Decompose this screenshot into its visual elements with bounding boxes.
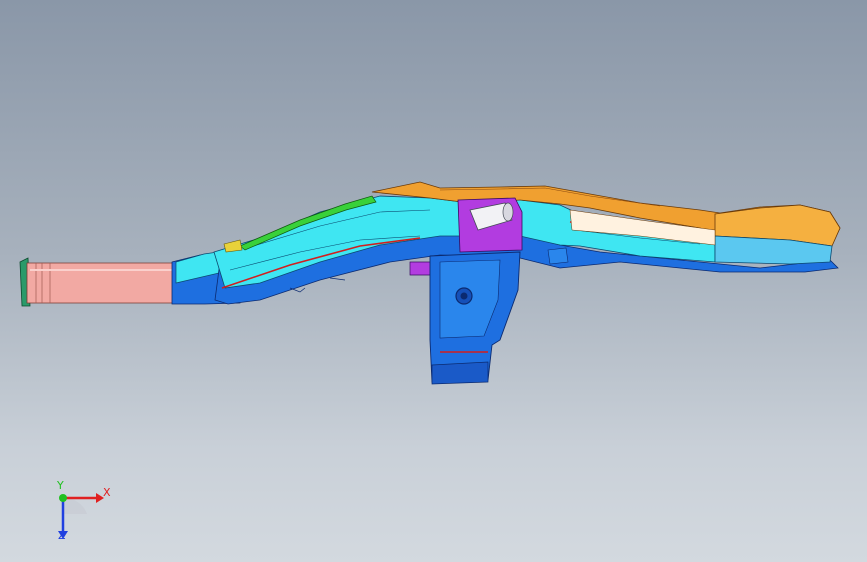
x-axis-label: X (103, 486, 111, 499)
cylinder-end (502, 202, 514, 222)
cad-part-model[interactable] (0, 0, 867, 562)
yellow-tab (223, 239, 243, 253)
bracket-hole-inner (460, 292, 468, 300)
bracket-foot (431, 361, 489, 385)
coordinate-triad: X Y Z (44, 478, 124, 548)
magenta-lower-tab (409, 261, 433, 276)
z-axis-label: Z (58, 529, 66, 542)
coordinate-triad-icon (58, 493, 104, 539)
y-axis-label: Y (57, 479, 64, 492)
clip-right (547, 247, 569, 265)
cad-3d-viewport[interactable]: X Y Z (0, 0, 867, 562)
